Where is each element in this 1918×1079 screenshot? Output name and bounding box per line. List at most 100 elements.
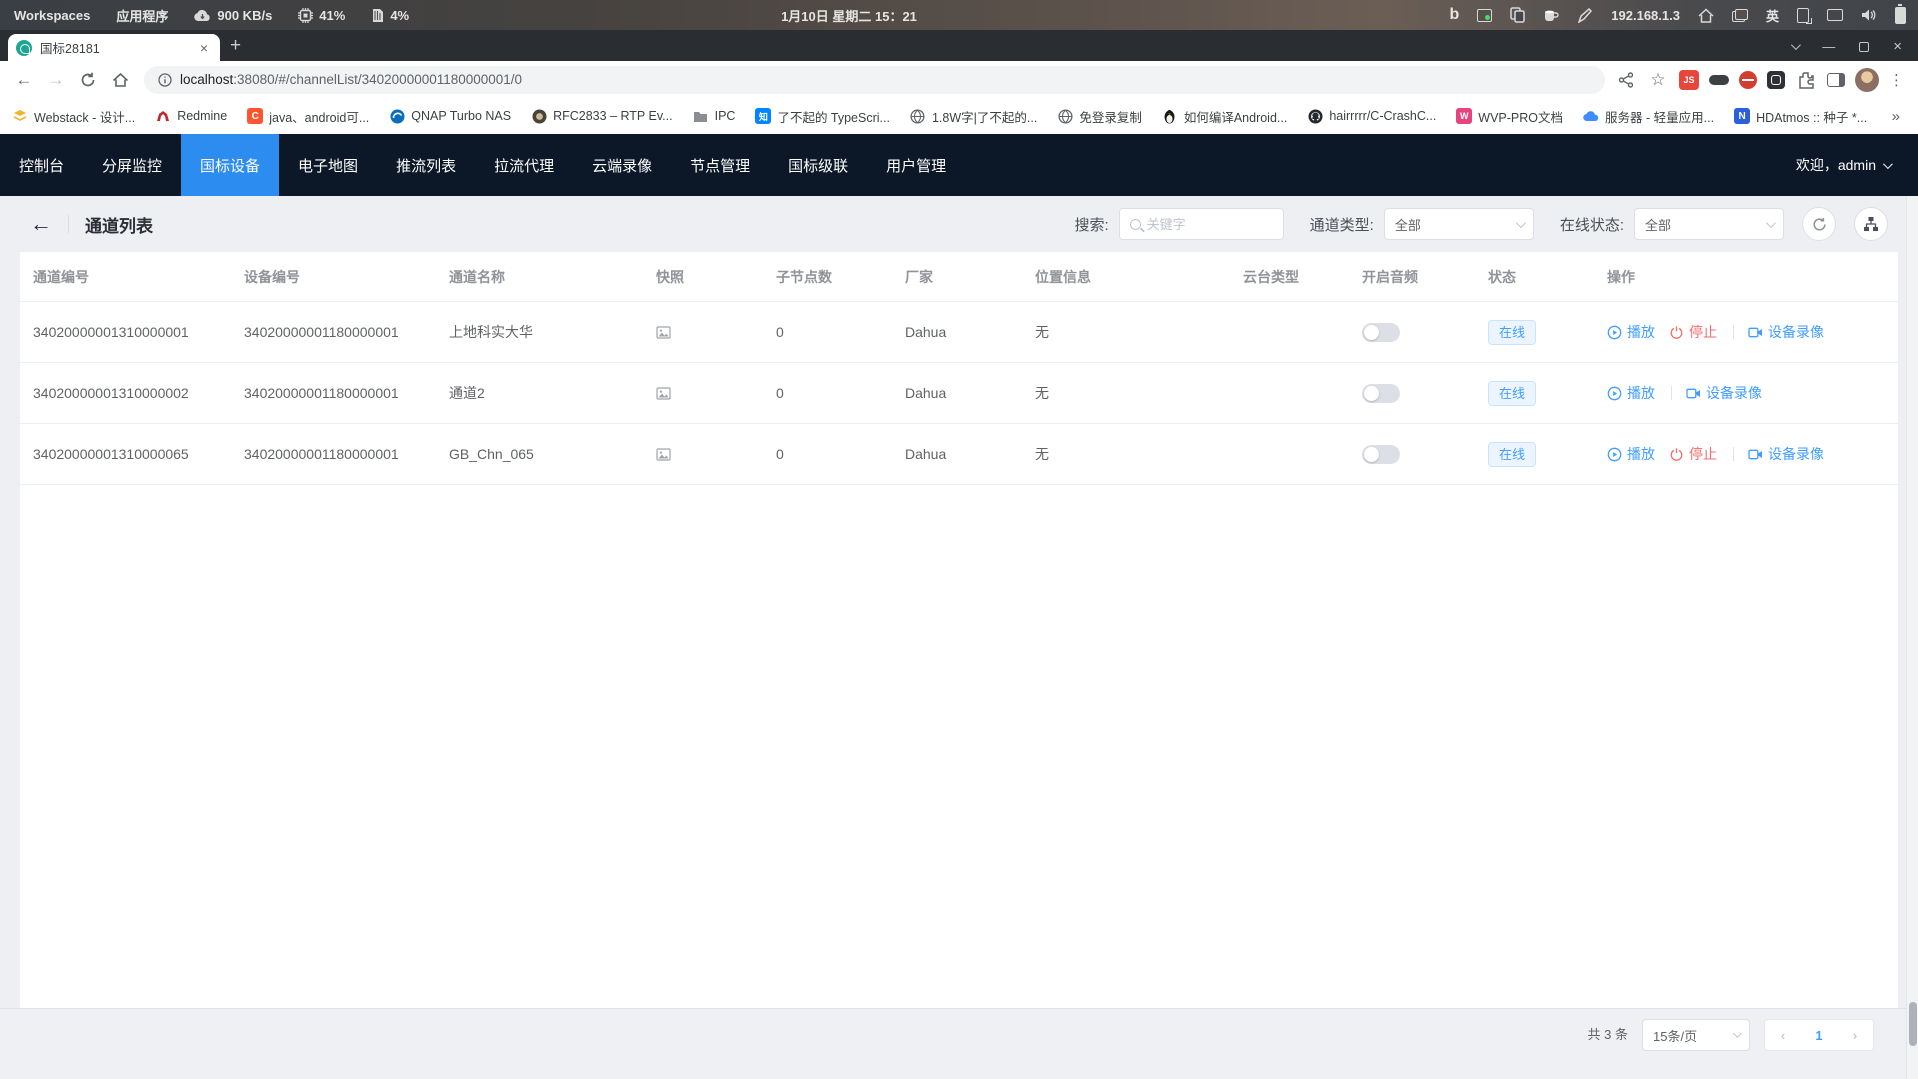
bookmark-item[interactable]: N HDAtmos :: 种子 *... (1734, 107, 1867, 126)
favicon-csdn-icon: C (247, 108, 263, 124)
page-back-button[interactable]: ← (30, 213, 52, 235)
play-button[interactable]: 播放 (1607, 322, 1655, 342)
device-record-button[interactable]: 设备录像 (1748, 322, 1824, 342)
reload-button[interactable] (74, 66, 102, 94)
device-record-button[interactable]: 设备录像 (1686, 383, 1762, 403)
bookmark-item[interactable]: Redmine (155, 108, 227, 124)
browser-menu-icon[interactable]: ⋮ (1889, 71, 1904, 89)
share-icon[interactable] (1615, 69, 1637, 91)
bookmark-item[interactable]: Webstack - 设计... (12, 107, 135, 126)
nav-item-console[interactable]: 控制台 (0, 134, 83, 196)
page-size-select[interactable]: 15条/页 (1642, 1019, 1750, 1051)
side-panel-icon[interactable] (1827, 73, 1845, 87)
nav-item-gb-device[interactable]: 国标设备 (181, 134, 279, 196)
cell-children-count: 0 (763, 446, 892, 462)
bookmark-item[interactable]: IPC (693, 108, 736, 124)
bookmark-item[interactable]: QNAP Turbo NAS (389, 108, 511, 124)
tab-close-icon[interactable]: × (196, 40, 212, 56)
snapshot-image-icon[interactable] (643, 448, 763, 461)
prev-page-button[interactable]: ‹ (1765, 1028, 1801, 1043)
snapshot-image-icon[interactable] (643, 387, 763, 400)
battery-icon[interactable] (1895, 7, 1906, 24)
color-picker-tray-icon[interactable] (1578, 8, 1593, 23)
workspaces-button[interactable]: Workspaces (14, 8, 90, 23)
tab-search-chevron-icon[interactable] (1791, 40, 1801, 50)
bookmark-item[interactable]: 如何编译Android... (1162, 107, 1288, 126)
window-restore-button[interactable] (1859, 42, 1869, 52)
favicon-github-icon (1307, 108, 1323, 124)
extension-blocker-icon[interactable] (1739, 71, 1757, 89)
nav-item-gb-cascade[interactable]: 国标级联 (769, 134, 867, 196)
play-button[interactable]: 播放 (1607, 383, 1655, 403)
page-info-icon[interactable] (158, 73, 172, 87)
video-icon (1748, 448, 1763, 461)
online-status-select[interactable]: 全部 (1634, 208, 1784, 240)
nav-item-emap[interactable]: 电子地图 (279, 134, 377, 196)
coffee-cup-tray-icon[interactable] (1543, 8, 1560, 23)
applications-menu[interactable]: 应用程序 (116, 6, 168, 25)
video-icon (1686, 387, 1701, 400)
window-minimize-button[interactable]: — (1822, 39, 1835, 54)
device-record-button[interactable]: 设备录像 (1748, 444, 1824, 464)
extension-js-icon[interactable]: JS (1679, 70, 1699, 90)
current-page-button[interactable]: 1 (1801, 1028, 1837, 1043)
address-bar[interactable]: localhost:38080/#/channelList/3402000000… (144, 66, 1605, 94)
nav-item-node-manage[interactable]: 节点管理 (671, 134, 769, 196)
nav-item-pull-proxy[interactable]: 拉流代理 (475, 134, 573, 196)
bookmark-item[interactable]: 1.8W字|了不起的... (910, 107, 1037, 126)
stop-button[interactable]: 停止 (1669, 322, 1717, 342)
bookmarks-overflow-chevron[interactable]: » (1892, 108, 1906, 125)
audio-toggle[interactable] (1362, 445, 1400, 464)
refresh-button[interactable] (1802, 207, 1836, 241)
nav-item-cloud-record[interactable]: 云端录像 (573, 134, 671, 196)
nav-item-push-list[interactable]: 推流列表 (377, 134, 475, 196)
nav-item-split-screen[interactable]: 分屏监控 (83, 134, 181, 196)
browser-toolbar: ← → localhost:38080/#/channelList/340200… (0, 61, 1918, 98)
bookmark-item[interactable]: 知 了不起的 TypeScri... (755, 107, 890, 126)
device-tree-button[interactable] (1854, 207, 1888, 241)
bookmark-item[interactable]: W WVP-PRO文档 (1456, 107, 1563, 126)
clipboard-tray-icon[interactable] (1510, 7, 1525, 23)
bookmark-item[interactable]: C java、android可... (247, 107, 369, 126)
audio-toggle[interactable] (1362, 384, 1400, 403)
forward-button[interactable]: → (42, 66, 70, 94)
screenshot-tray-icon[interactable] (1477, 9, 1492, 22)
window-switcher-icon[interactable] (1732, 9, 1748, 22)
next-page-button[interactable]: › (1837, 1028, 1873, 1043)
audio-toggle[interactable] (1362, 323, 1400, 342)
home-button[interactable] (106, 66, 134, 94)
user-menu[interactable]: 欢迎，admin (1796, 134, 1918, 196)
ip-address-indicator[interactable]: 192.168.1.3 (1611, 8, 1680, 23)
browser-tab[interactable]: 国标28181 × (8, 34, 220, 61)
back-button[interactable]: ← (10, 66, 38, 94)
bing-tray-icon[interactable]: b (1450, 6, 1460, 24)
home-tray-icon[interactable] (1698, 8, 1714, 23)
phone-link-icon[interactable] (1797, 8, 1809, 23)
nav-item-user-manage[interactable]: 用户管理 (867, 134, 965, 196)
bookmark-item[interactable]: 服务器 - 轻量应用... (1583, 107, 1714, 126)
channel-type-select[interactable]: 全部 (1384, 208, 1534, 240)
cell-children-count: 0 (763, 385, 892, 401)
new-tab-button[interactable]: + (230, 35, 241, 57)
stop-button[interactable]: 停止 (1669, 444, 1717, 464)
search-input[interactable] (1147, 217, 1273, 232)
snapshot-image-icon[interactable] (643, 326, 763, 339)
clock[interactable]: 1月10日 星期二 15：21 (420, 6, 1278, 25)
extensions-puzzle-icon[interactable] (1795, 69, 1817, 91)
cell-channel-id: 34020000001310000002 (20, 385, 231, 401)
extension-square-icon[interactable] (1767, 71, 1785, 89)
bookmark-item[interactable]: hairrrrr/C-CrashC... (1307, 108, 1436, 124)
play-button[interactable]: 播放 (1607, 444, 1655, 464)
memory-card-icon (371, 8, 384, 23)
profile-avatar[interactable] (1855, 68, 1879, 92)
scrollbar-thumb[interactable] (1909, 1002, 1917, 1046)
extension-mask-icon[interactable] (1709, 75, 1729, 85)
display-icon[interactable] (1827, 9, 1843, 21)
bookmark-item[interactable]: RFC2833 – RTP Ev... (531, 108, 673, 124)
bookmark-star-icon[interactable]: ☆ (1647, 69, 1669, 91)
volume-icon[interactable] (1861, 8, 1877, 22)
bookmark-item[interactable]: 免登录复制 (1057, 107, 1142, 126)
window-close-button[interactable]: × (1893, 38, 1902, 55)
vertical-scrollbar[interactable] (1906, 196, 1918, 1079)
input-method-indicator[interactable]: 英 (1766, 6, 1779, 25)
